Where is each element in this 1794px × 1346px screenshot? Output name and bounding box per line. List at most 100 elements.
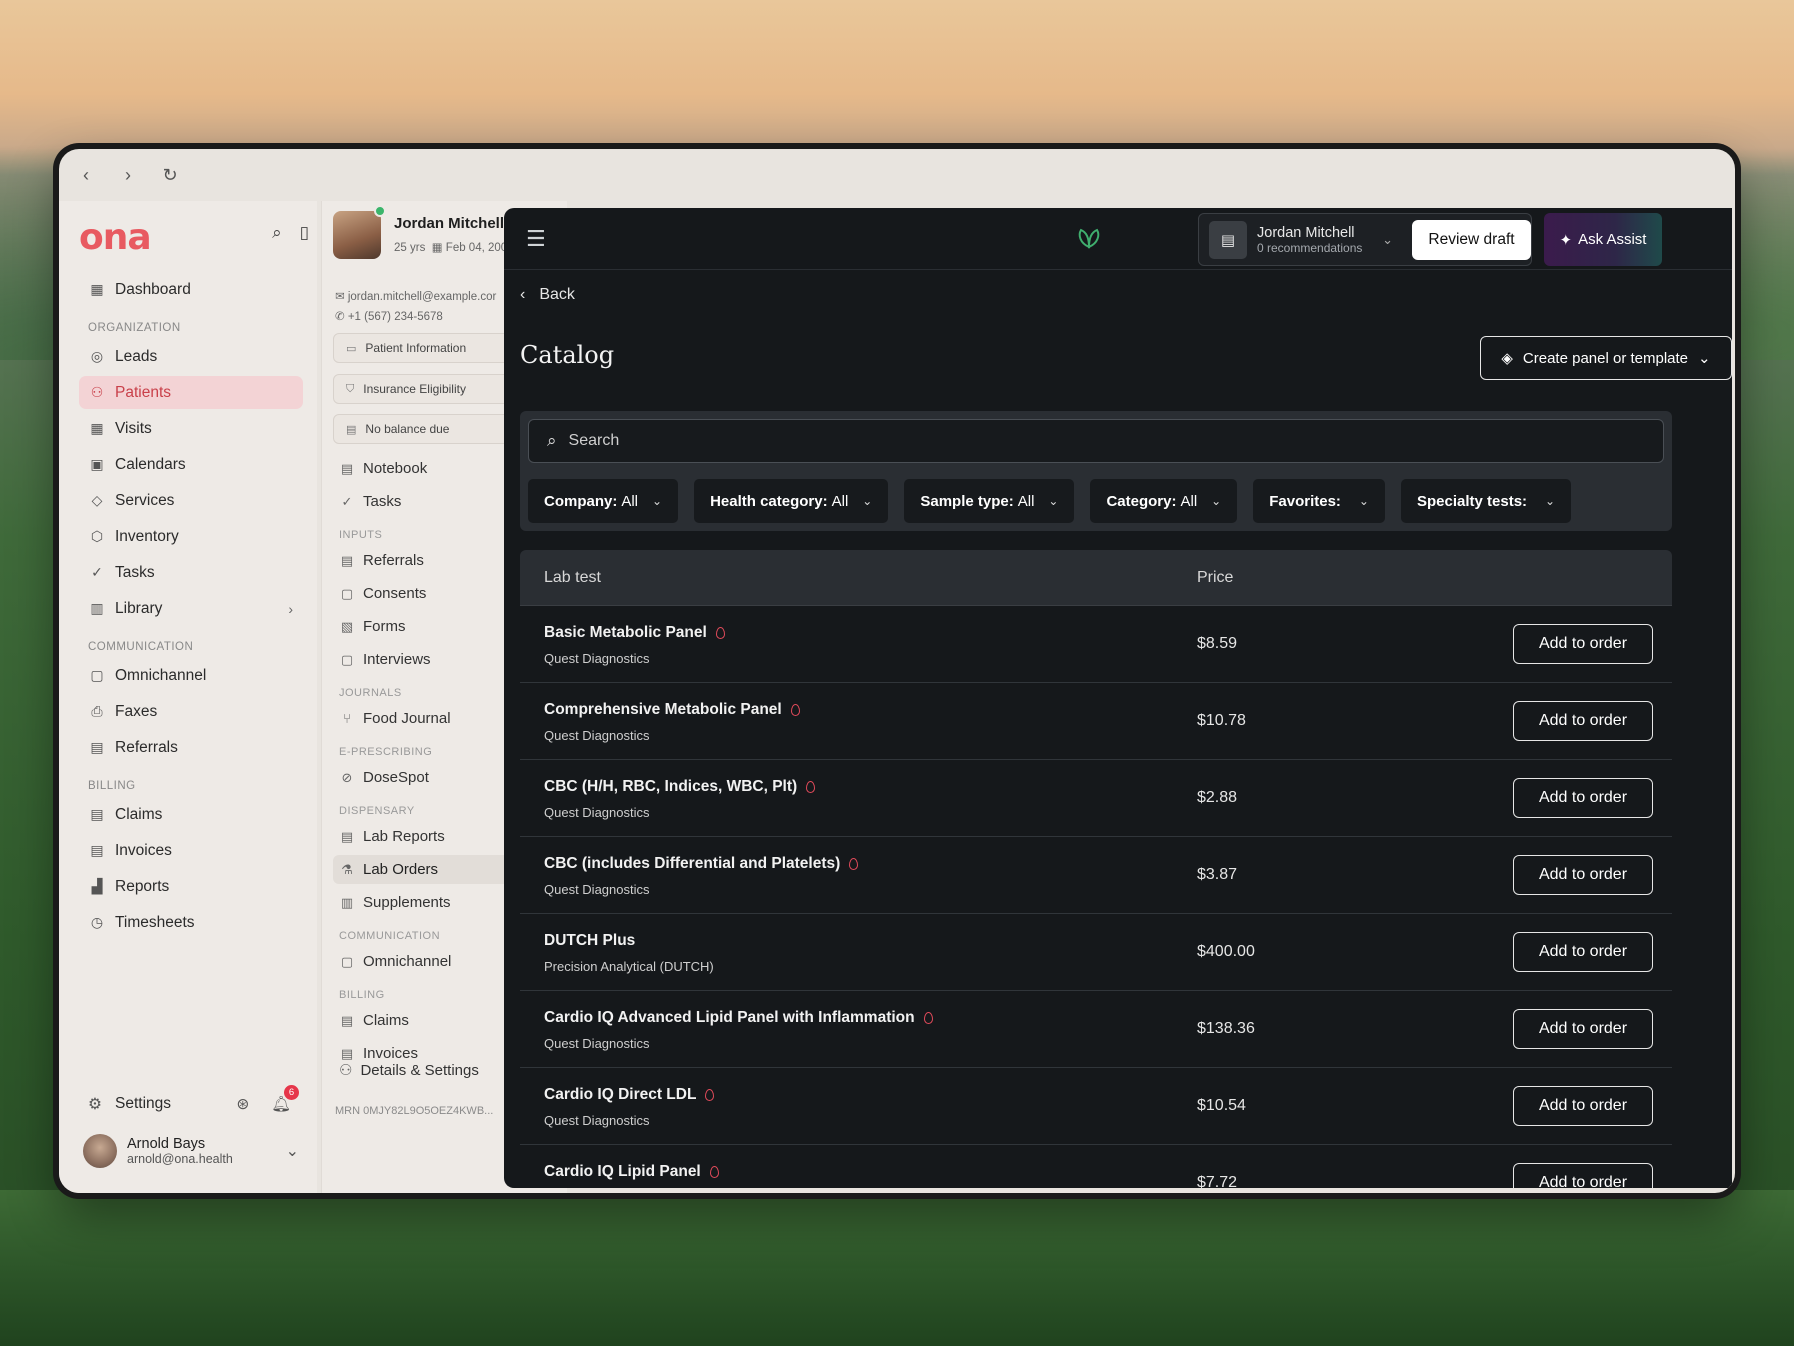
reports-icon: ▟	[91, 878, 103, 894]
id-card-icon: ▭	[346, 342, 357, 355]
filter-value: All	[1180, 492, 1198, 510]
sidebar-item-label: Omnichannel	[115, 666, 207, 684]
sidebar-item-label: Timesheets	[115, 913, 195, 931]
back-link[interactable]: ‹ Back	[520, 286, 575, 304]
sidebar-item-patients[interactable]: ⚇ Patients	[79, 376, 303, 409]
chevron-down-icon: ⌄	[862, 494, 873, 508]
lab-test-name[interactable]: DUTCH Plus	[544, 932, 635, 950]
inventory-icon: ⬡	[90, 528, 104, 544]
lab-test-name[interactable]: CBC (H/H, RBC, Indices, WBC, Plt)	[544, 778, 816, 796]
filter-sample-type[interactable]: Sample type: All ⌄	[904, 479, 1075, 523]
referrals-icon: ▤	[90, 739, 104, 755]
sidebar-item-label: Leads	[115, 347, 158, 365]
ona-logo[interactable]: ona	[79, 217, 152, 258]
sidebar-toggle-icon[interactable]: ▯	[300, 223, 309, 243]
table-body: Basic Metabolic Panel Quest Diagnostics $8…	[520, 606, 1672, 1188]
sidebar-item-tasks[interactable]: ✓ Tasks	[79, 556, 303, 589]
sidebar-item-services[interactable]: ◇ Services	[79, 484, 303, 517]
gear-icon: ⚙	[88, 1095, 102, 1113]
patient-information-label: Patient Information	[365, 341, 467, 355]
filter-value: All	[1017, 492, 1035, 510]
draft-selector[interactable]: ▤ Jordan Mitchell 0 recommendations ⌄	[1198, 213, 1404, 266]
user-avatar	[83, 1134, 117, 1168]
search-input[interactable]	[568, 432, 1569, 450]
claims-icon: ▤	[340, 1012, 354, 1028]
add-to-order-button[interactable]: Add to order	[1513, 778, 1653, 818]
add-to-order-button[interactable]: Add to order	[1513, 1163, 1653, 1188]
filter-category[interactable]: Category: All ⌄	[1090, 479, 1238, 523]
lab-test-name[interactable]: Basic Metabolic Panel	[544, 624, 725, 642]
forms-icon: ▧	[340, 618, 354, 634]
sidebar-item-referrals[interactable]: ▤ Referrals	[79, 731, 303, 764]
back-arrow-icon[interactable]: ‹	[77, 165, 95, 186]
chevron-down-icon[interactable]: ⌄	[286, 1141, 299, 1161]
sidebar-section-title: BILLING	[88, 780, 136, 792]
filter-company[interactable]: Company: All ⌄	[528, 479, 679, 523]
create-panel-button[interactable]: ◈ Create panel or template ⌄	[1480, 336, 1732, 380]
help-icon[interactable]: ⊛	[236, 1095, 249, 1114]
sidebar-item-dashboard[interactable]: ▦ Dashboard	[79, 273, 303, 306]
settings-link[interactable]: Settings	[115, 1095, 171, 1113]
lab-test-name[interactable]: Comprehensive Metabolic Panel	[544, 701, 800, 719]
forward-arrow-icon[interactable]: ›	[119, 165, 137, 186]
patient-nav-label: Consents	[363, 585, 427, 602]
add-to-order-button[interactable]: Add to order	[1513, 1086, 1653, 1126]
add-to-order-button[interactable]: Add to order	[1513, 624, 1653, 664]
sidebar-item-faxes[interactable]: ⎙ Faxes	[79, 695, 303, 728]
add-to-order-button[interactable]: Add to order	[1513, 932, 1653, 972]
invoices-icon: ▤	[340, 1045, 354, 1061]
patient-nav-label: Lab Orders	[363, 861, 439, 878]
search-icon[interactable]: ⌕	[272, 223, 282, 243]
sidebar-item-claims[interactable]: ▤ Claims	[79, 798, 303, 831]
user-menu[interactable]: Arnold Bays arnold@ona.health ⌄	[83, 1131, 303, 1171]
user-name: Arnold Bays	[127, 1136, 206, 1152]
sidebar-item-reports[interactable]: ▟ Reports	[79, 870, 303, 903]
lab-test-name[interactable]: Cardio IQ Lipid Panel	[544, 1163, 719, 1181]
layers-icon: ◈	[1501, 350, 1513, 367]
add-to-order-button[interactable]: Add to order	[1513, 701, 1653, 741]
omnichannel-icon: ▢	[340, 953, 354, 969]
sidebar-item-omnichannel[interactable]: ▢ Omnichannel	[79, 659, 303, 692]
filter-health-category[interactable]: Health category: All ⌄	[694, 479, 889, 523]
notebook-icon: ▤	[340, 460, 354, 476]
sidebar-item-inventory[interactable]: ⬡ Inventory	[79, 520, 303, 553]
sidebar-item-visits[interactable]: ▦ Visits	[79, 412, 303, 445]
visits-icon: ▦	[90, 420, 104, 436]
interviews-icon: ▢	[340, 651, 354, 667]
details-settings-link[interactable]: ⚇ Details & Settings	[339, 1061, 479, 1080]
consents-icon: ▢	[340, 585, 354, 601]
patient-age: 25 yrs	[394, 242, 426, 254]
lab-test-name[interactable]: CBC (includes Differential and Platelets…	[544, 855, 859, 873]
patient-nav-label: Forms	[363, 618, 406, 635]
ask-assist-button[interactable]: ✦ Ask Assist	[1544, 213, 1662, 266]
filter-favorites[interactable]: Favorites: ⌄	[1253, 479, 1385, 523]
sidebar-item-library[interactable]: ▥ Library ›	[79, 592, 303, 625]
sparkle-icon: ✦	[1559, 231, 1573, 249]
table-row: CBC (H/H, RBC, Indices, WBC, Plt) Quest D…	[520, 760, 1672, 837]
lab-company: Quest Diagnostics	[544, 805, 650, 820]
add-to-order-button[interactable]: Add to order	[1513, 1009, 1653, 1049]
leaf-logo-icon	[1078, 228, 1100, 249]
sidebar-item-leads[interactable]: ◎ Leads	[79, 340, 303, 373]
blood-drop-icon	[715, 627, 725, 639]
sidebar-item-invoices[interactable]: ▤ Invoices	[79, 834, 303, 867]
filter-specialty-tests[interactable]: Specialty tests: ⌄	[1400, 479, 1572, 523]
blood-drop-icon	[705, 1089, 715, 1101]
sidebar-item-timesheets[interactable]: ◷ Timesheets	[79, 906, 303, 939]
hamburger-menu-icon[interactable]: ☰	[526, 226, 546, 252]
timesheets-icon: ◷	[90, 914, 104, 930]
sidebar-item-calendars[interactable]: ▣ Calendars	[79, 448, 303, 481]
add-to-order-button[interactable]: Add to order	[1513, 855, 1653, 895]
reload-icon[interactable]: ↻	[161, 165, 179, 186]
faxes-icon: ⎙	[91, 703, 103, 719]
insurance-eligibility-label: Insurance Eligibility	[363, 382, 466, 396]
table-row: Cardio IQ Lipid PanelQuest Diagnostics$7…	[520, 1145, 1672, 1188]
user-gear-icon: ⚇	[339, 1062, 353, 1079]
lab-test-name-text: CBC (H/H, RBC, Indices, WBC, Plt)	[544, 778, 798, 795]
lab-test-name[interactable]: Cardio IQ Direct LDL	[544, 1086, 715, 1104]
dosespot-icon: ⊘	[341, 769, 353, 785]
chevron-down-icon[interactable]: ⌄	[1382, 232, 1393, 248]
lab-test-name[interactable]: Cardio IQ Advanced Lipid Panel with Infl…	[544, 1009, 933, 1027]
review-draft-button[interactable]: Review draft	[1412, 220, 1531, 260]
balance-label: No balance due	[365, 422, 450, 436]
